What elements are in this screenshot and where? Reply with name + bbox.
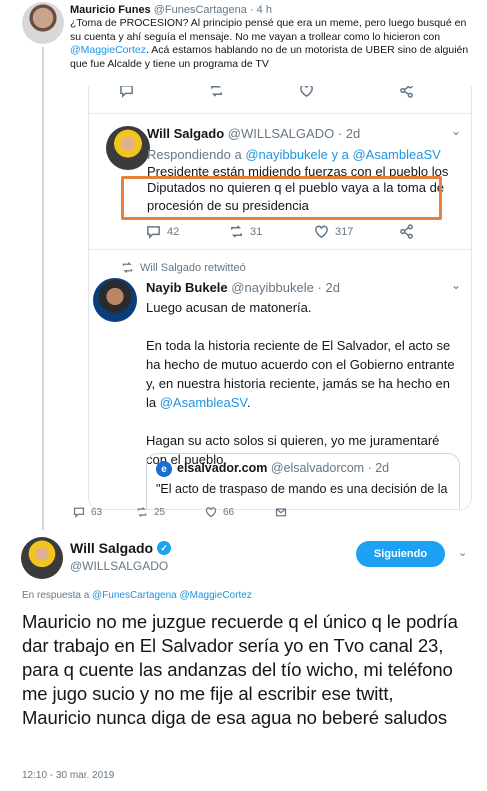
author-name[interactable]: Mauricio Funes <box>70 4 151 16</box>
author-handle[interactable]: @FunesCartagena <box>154 4 247 16</box>
retweet-count: 25 <box>154 506 166 518</box>
reply-icon <box>147 226 160 239</box>
reply-icon <box>119 86 134 98</box>
tweet-actions: 42 31 317 <box>89 224 471 240</box>
chevron-down-icon: ⌄ <box>450 278 461 292</box>
replying-users: @nayibbukele y a @AsambleaSV <box>245 147 441 162</box>
avatar <box>93 278 137 322</box>
tweet-text: ¿Toma de PROCESION? Al principio pensé q… <box>70 17 470 71</box>
tweet-paragraph: En toda la historia reciente de El Salva… <box>146 336 462 412</box>
reply-count: 63 <box>91 506 103 518</box>
tweet-text-part: . <box>246 395 251 410</box>
envelope-icon <box>275 508 287 517</box>
tweet-time: 2d <box>345 126 361 141</box>
highlight-box <box>121 176 442 220</box>
like-icon <box>315 225 328 238</box>
reply-button[interactable]: 63 <box>73 506 102 518</box>
reply-count: 42 <box>167 225 180 238</box>
retweet-action: 31 <box>229 224 262 239</box>
avatar[interactable] <box>22 2 64 44</box>
tweet-header: Will Salgado @WILLSALGADO · 2d <box>147 126 360 141</box>
like-icon <box>299 86 314 98</box>
separator: · <box>367 461 372 475</box>
cutoff-actions-row <box>89 86 471 114</box>
like-icon <box>205 507 217 518</box>
separator: · <box>249 4 254 16</box>
author-name-row[interactable]: Will Salgado ✓ <box>70 540 172 556</box>
separator: · <box>337 126 343 141</box>
retweeted-label: Will Salgado retwitteó <box>121 261 246 274</box>
reply-context: En respuesta a @FunesCartagena @MaggieCo… <box>22 590 252 601</box>
tweet-text: Mauricio no me juzgue recuerde q el únic… <box>22 611 458 728</box>
tweet-time: 2d <box>325 280 340 295</box>
tweet-timestamp[interactable]: 12:10 - 30 mar. 2019 <box>22 770 114 781</box>
author-handle: @nayibbukele <box>231 280 314 295</box>
retweet-icon <box>122 262 133 273</box>
chevron-down-icon: ⌄ <box>450 124 461 138</box>
retweet-icon <box>137 507 147 517</box>
quoted-tweet-card: e elsalvador.com @elsalvadorcom · 2d "El… <box>146 453 460 509</box>
separator: · <box>317 280 322 295</box>
tweet-paragraph: Luego acusan de matonería. <box>146 300 312 315</box>
main-tweet: Will Salgado ✓ @WILLSALGADO Siguiendo ⌄ … <box>0 530 487 791</box>
tweet-text-part: ¿Toma de PROCESION? Al principio pensé q… <box>70 17 467 43</box>
dm-button[interactable] <box>275 506 287 518</box>
tweet-header: Nayib Bukele @nayibbukele · 2d <box>146 280 340 295</box>
like-count: 317 <box>335 225 354 238</box>
verified-icon: ✓ <box>157 541 172 555</box>
tweet-header: Mauricio Funes @FunesCartagena · 4 h <box>70 4 272 16</box>
author-handle[interactable]: @WILLSALGADO <box>70 559 168 573</box>
share-icon <box>399 224 414 239</box>
quoted-thread-tweet: Mauricio Funes @FunesCartagena · 4 h ¿To… <box>0 0 487 530</box>
mention-link: @AsambleaSV <box>159 395 247 410</box>
author-name: Nayib Bukele <box>146 280 228 295</box>
quote-author-handle: @elsalvadorcom <box>270 461 365 475</box>
avatar[interactable] <box>21 537 63 579</box>
share-icon <box>399 86 414 98</box>
tweet-actions: 63 25 66 <box>70 506 470 522</box>
like-button[interactable]: 66 <box>205 506 234 518</box>
retweet-button[interactable]: 25 <box>136 506 165 518</box>
thread-line <box>42 47 44 530</box>
chevron-down-icon[interactable]: ⌄ <box>458 546 467 559</box>
quote-text: "El acto de traspaso de mando es una dec… <box>156 482 448 496</box>
replying-label: Respondiendo a <box>147 147 246 162</box>
elsalvador-logo-icon: e <box>156 461 172 477</box>
quote-author-name: elsalvador.com <box>177 461 268 475</box>
author-name[interactable]: Will Salgado <box>70 540 153 556</box>
avatar <box>106 126 150 170</box>
retweet-icon <box>231 225 242 238</box>
reply-action: 42 <box>146 224 179 239</box>
replying-to: Respondiendo a @nayibbukele y a @Asamble… <box>147 147 441 162</box>
like-count: 66 <box>223 506 235 518</box>
quote-header: elsalvador.com @elsalvadorcom · 2d <box>177 461 389 475</box>
retweeted-text: Will Salgado retwitteó <box>140 261 246 274</box>
tweet-time[interactable]: 4 h <box>257 4 272 16</box>
reply-label: En respuesta a <box>22 590 93 601</box>
like-action: 317 <box>314 224 353 239</box>
reply-users-link[interactable]: @FunesCartagena @MaggieCortez <box>92 590 252 601</box>
author-handle: @WILLSALGADO <box>227 126 335 141</box>
reply-icon <box>73 507 85 518</box>
following-button[interactable]: Siguiendo <box>356 541 445 567</box>
divider <box>89 249 471 250</box>
embedded-screenshot[interactable]: Will Salgado @WILLSALGADO · 2d ⌄ Respond… <box>88 86 472 510</box>
retweet-count: 31 <box>250 225 263 238</box>
author-name: Will Salgado <box>147 126 225 141</box>
quote-time: 2d <box>375 461 390 475</box>
mention-link[interactable]: @MaggieCortez <box>70 44 146 56</box>
retweet-icon <box>209 86 224 98</box>
